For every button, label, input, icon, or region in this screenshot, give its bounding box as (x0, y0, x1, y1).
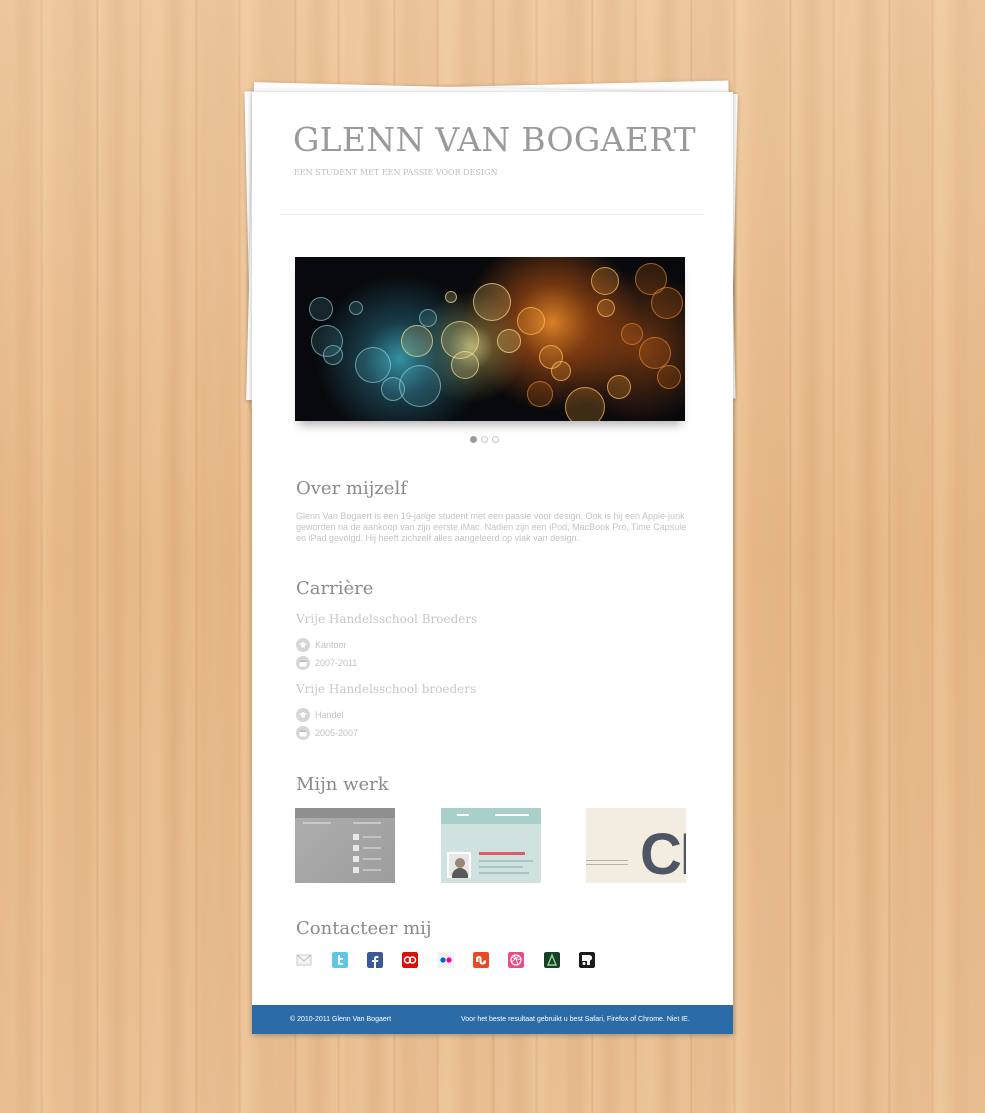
dribbble-icon[interactable] (508, 952, 524, 968)
flickr-icon[interactable] (438, 952, 454, 968)
slider-pagination (470, 436, 503, 444)
work-thumbnail-2[interactable] (441, 808, 541, 883)
slider-dot-1[interactable] (470, 436, 477, 443)
work-thumbnail-3[interactable]: CE (586, 808, 686, 883)
about-heading: Over mijzelf (296, 478, 407, 499)
deviantart-icon[interactable] (544, 952, 560, 968)
lastfm-icon[interactable] (402, 952, 418, 968)
stumbleupon-icon[interactable] (473, 952, 489, 968)
career-years-2: 2005-2007 (315, 727, 359, 738)
facebook-icon[interactable] (367, 952, 383, 968)
about-text: Glenn Van Bogaert is een 19-jarige stude… (296, 511, 687, 543)
footer-bar: © 2010-2011 Glenn Van Bogaert Voor het b… (252, 1005, 733, 1034)
career-field-row-2: Handel (296, 704, 344, 722)
career-field-row-1: Kantoor (296, 634, 347, 652)
calendar-icon (296, 655, 310, 670)
image-slider[interactable] (295, 257, 685, 421)
site-title[interactable]: GLENN VAN BOGAERT (293, 120, 696, 159)
career-school-1: Vrije Handelsschool Broeders (296, 612, 478, 626)
career-field-2: Handel (315, 709, 344, 720)
twitter-icon[interactable] (332, 952, 348, 968)
career-field-1: Kantoor (315, 639, 347, 650)
graduation-cap-icon (296, 707, 310, 722)
slider-dot-2[interactable] (481, 436, 488, 443)
career-school-2: Vrije Handelsschool broeders (296, 682, 477, 696)
calendar-icon (296, 725, 310, 740)
work-thumbnail-3-lettering: CE (640, 822, 686, 884)
contact-heading: Contacteer mij (296, 918, 432, 939)
career-heading: Carrière (296, 578, 374, 599)
footer-copyright: © 2010-2011 Glenn Van Bogaert (290, 1016, 392, 1023)
page-sheet: GLENN VAN BOGAERT EEN STUDENT MET EEN PA… (252, 92, 733, 1034)
header-divider (280, 214, 704, 215)
work-heading: Mijn werk (296, 774, 389, 795)
mail-icon[interactable] (296, 952, 312, 968)
slider-dot-3[interactable] (492, 436, 499, 443)
blip-icon[interactable] (579, 952, 595, 968)
footer-browser-note: Voor het beste resultaat gebruikt u best… (461, 1016, 690, 1023)
work-thumbnail-1[interactable] (295, 808, 395, 883)
career-years-row-1: 2007-2011 (296, 652, 358, 670)
graduation-cap-icon (296, 637, 310, 652)
site-tagline: EEN STUDENT MET EEN PASSIE VOOR DESIGN (294, 168, 498, 177)
career-years-row-2: 2005-2007 (296, 722, 359, 740)
career-years-1: 2007-2011 (315, 657, 358, 668)
